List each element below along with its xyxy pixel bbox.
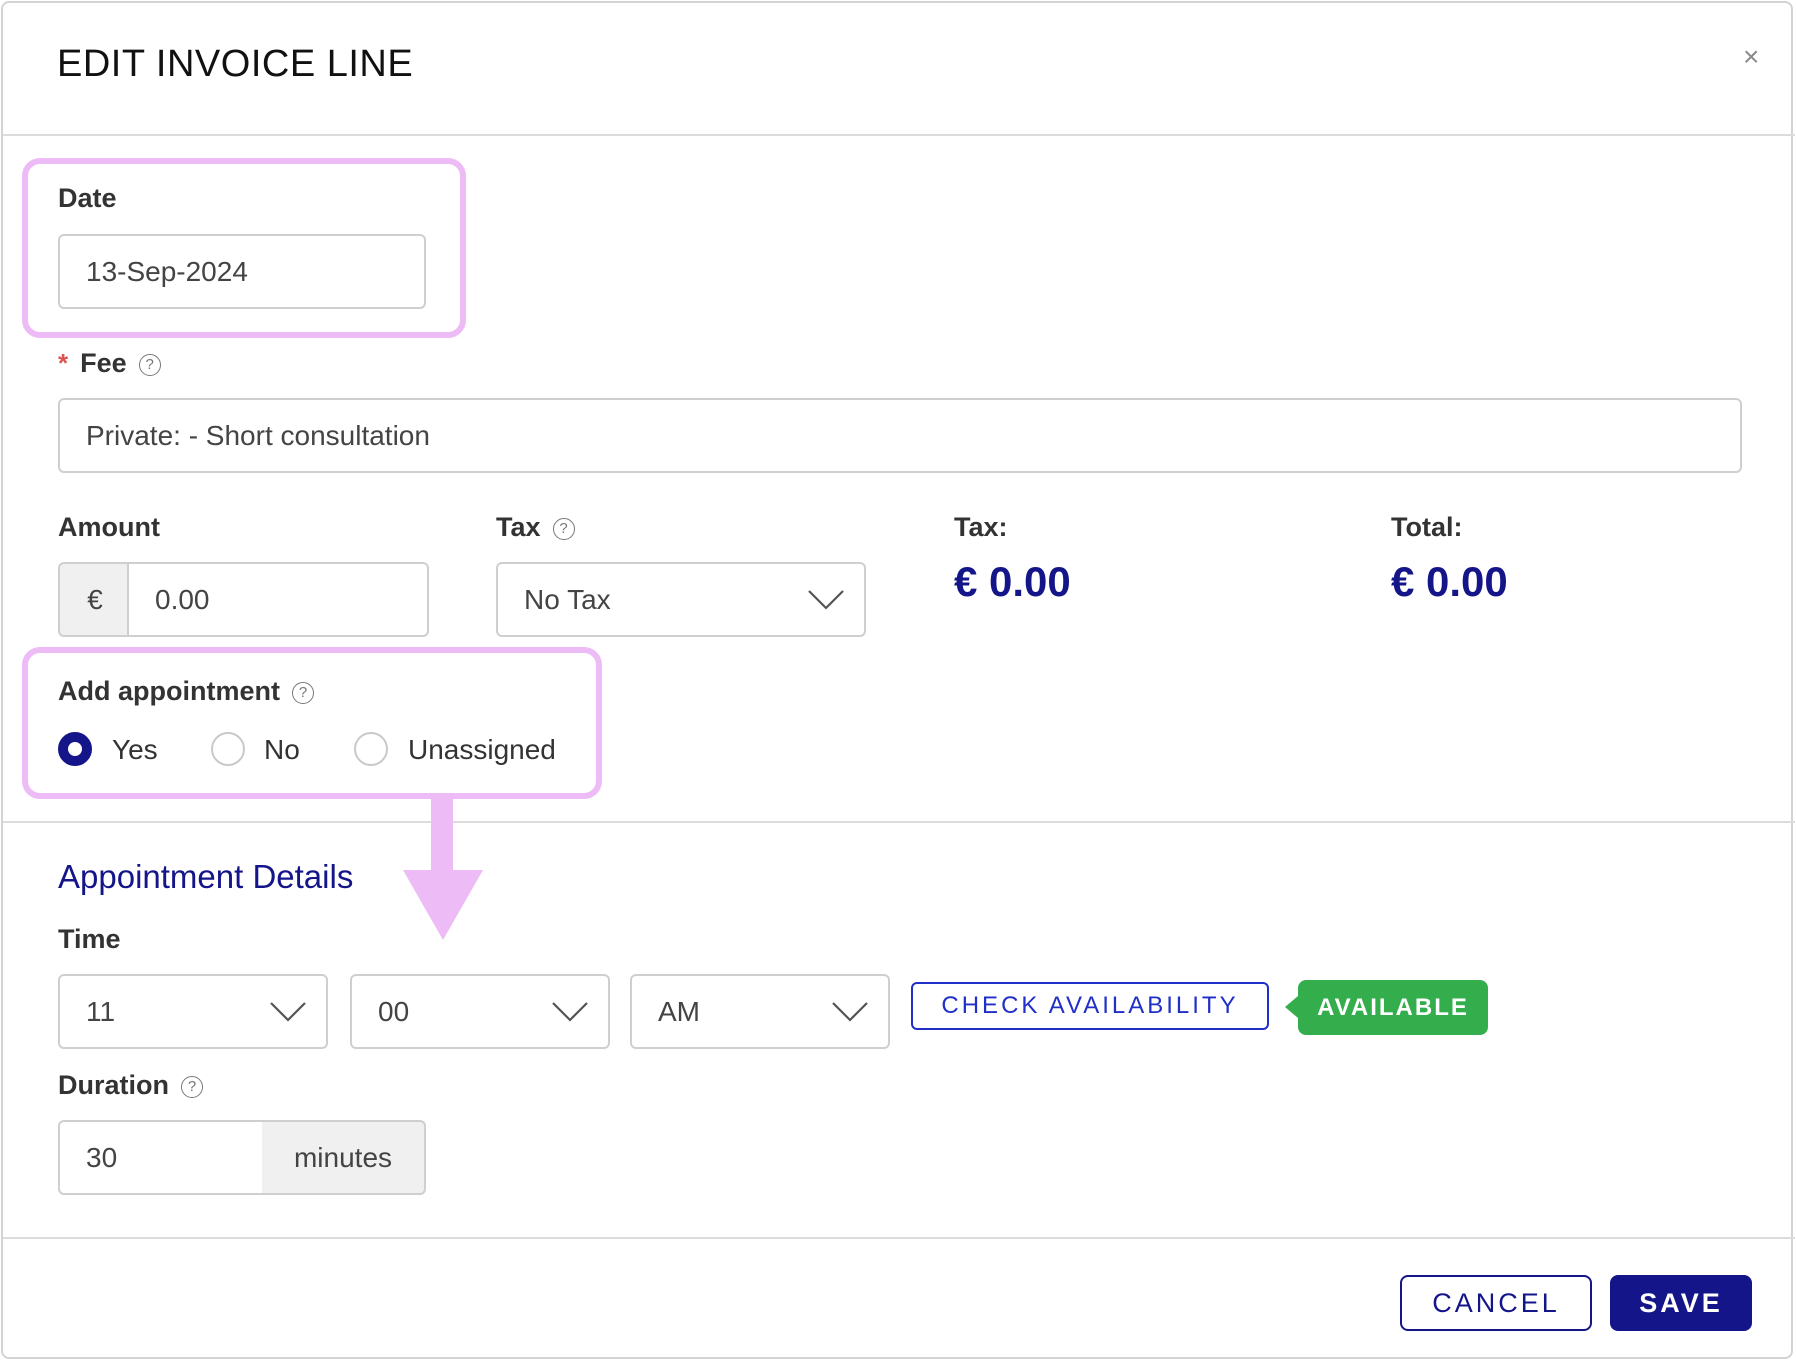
question-circle-icon[interactable]: ? [181, 1075, 203, 1098]
tax-label-row: Tax? [496, 512, 575, 543]
fee-input[interactable]: Private: - Short consultation [58, 398, 1742, 473]
required-asterisk: * [58, 348, 69, 378]
total-label: Total: [1391, 512, 1463, 542]
add-appointment-label-row: Add appointment? [58, 676, 314, 707]
radio-no-label: No [264, 734, 300, 765]
available-badge: AVAILABLE [1298, 980, 1488, 1035]
edit-invoice-line-dialog: EDIT INVOICE LINE × Date 13-Sep-2024 * Fe… [1, 1, 1795, 1359]
tax-select-value: No Tax [524, 583, 611, 615]
amount-input-value: 0.00 [155, 583, 210, 615]
hour-select[interactable]: 11 [58, 974, 328, 1049]
question-circle-icon[interactable]: ? [138, 353, 161, 376]
duration-unit: minutes [293, 1141, 393, 1173]
time-label: Time [58, 924, 121, 954]
amount-label: Amount [58, 512, 160, 542]
dialog-title: EDIT INVOICE LINE [57, 43, 414, 85]
question-circle-icon[interactable]: ? [291, 681, 314, 704]
header-divider [3, 134, 1795, 136]
date-input-value: 13-Sep-2024 [86, 255, 248, 287]
chevron-down-icon [808, 589, 844, 610]
radio-yes[interactable] [58, 732, 92, 766]
question-circle-icon[interactable]: ? [552, 517, 575, 540]
total-value: € 0.00 [1391, 558, 1508, 605]
add-appointment-label: Add appointment [58, 676, 280, 706]
section-divider [3, 821, 1795, 823]
radio-unassigned-label: Unassigned [408, 734, 556, 765]
currency-symbol: € [87, 583, 103, 615]
cancel-button[interactable]: CANCEL [1400, 1275, 1592, 1331]
appointment-details-title: Appointment Details [58, 858, 354, 895]
fee-label: Fee [80, 348, 127, 378]
chevron-down-icon [552, 1001, 588, 1022]
date-input[interactable]: 13-Sep-2024 [58, 234, 426, 309]
tax-total-value: € 0.00 [954, 558, 1071, 605]
minute-select[interactable]: 00 [350, 974, 610, 1049]
fee-label-row: * Fee? [58, 348, 161, 379]
amount-input[interactable]: 0.00 [127, 562, 429, 637]
duration-label-row: Duration? [58, 1070, 203, 1101]
add-appointment-highlight-box [22, 647, 602, 799]
duration-input-value: 30 [86, 1141, 118, 1173]
tax-label: Tax [496, 512, 541, 542]
period-select[interactable]: AM [630, 974, 890, 1049]
tax-select[interactable]: No Tax [496, 562, 866, 637]
minute-select-value: 00 [378, 995, 410, 1027]
save-button[interactable]: SAVE [1610, 1275, 1752, 1331]
radio-unassigned[interactable] [354, 732, 388, 766]
period-select-value: AM [658, 995, 700, 1027]
currency-addon: € [58, 562, 130, 637]
tax-total-label: Tax: [954, 512, 1008, 542]
check-availability-button[interactable]: CHECK AVAILABILITY [911, 982, 1269, 1030]
radio-yes-label: Yes [112, 734, 158, 765]
available-badge-pointer [1285, 996, 1298, 1018]
annotation-arrow [403, 798, 483, 940]
chevron-down-icon [270, 1001, 306, 1022]
chevron-down-icon [832, 1001, 868, 1022]
footer-divider [3, 1237, 1795, 1239]
hour-select-value: 11 [86, 995, 116, 1027]
radio-no[interactable] [211, 732, 245, 766]
close-icon[interactable]: × [1743, 41, 1759, 73]
duration-input[interactable]: 30 [58, 1120, 266, 1195]
duration-label: Duration [58, 1070, 169, 1100]
stage: EDIT INVOICE LINE × Date 13-Sep-2024 * Fe… [0, 0, 1796, 1363]
duration-unit-addon: minutes [262, 1120, 426, 1195]
date-label: Date [58, 183, 117, 213]
fee-input-value: Private: - Short consultation [86, 419, 430, 451]
